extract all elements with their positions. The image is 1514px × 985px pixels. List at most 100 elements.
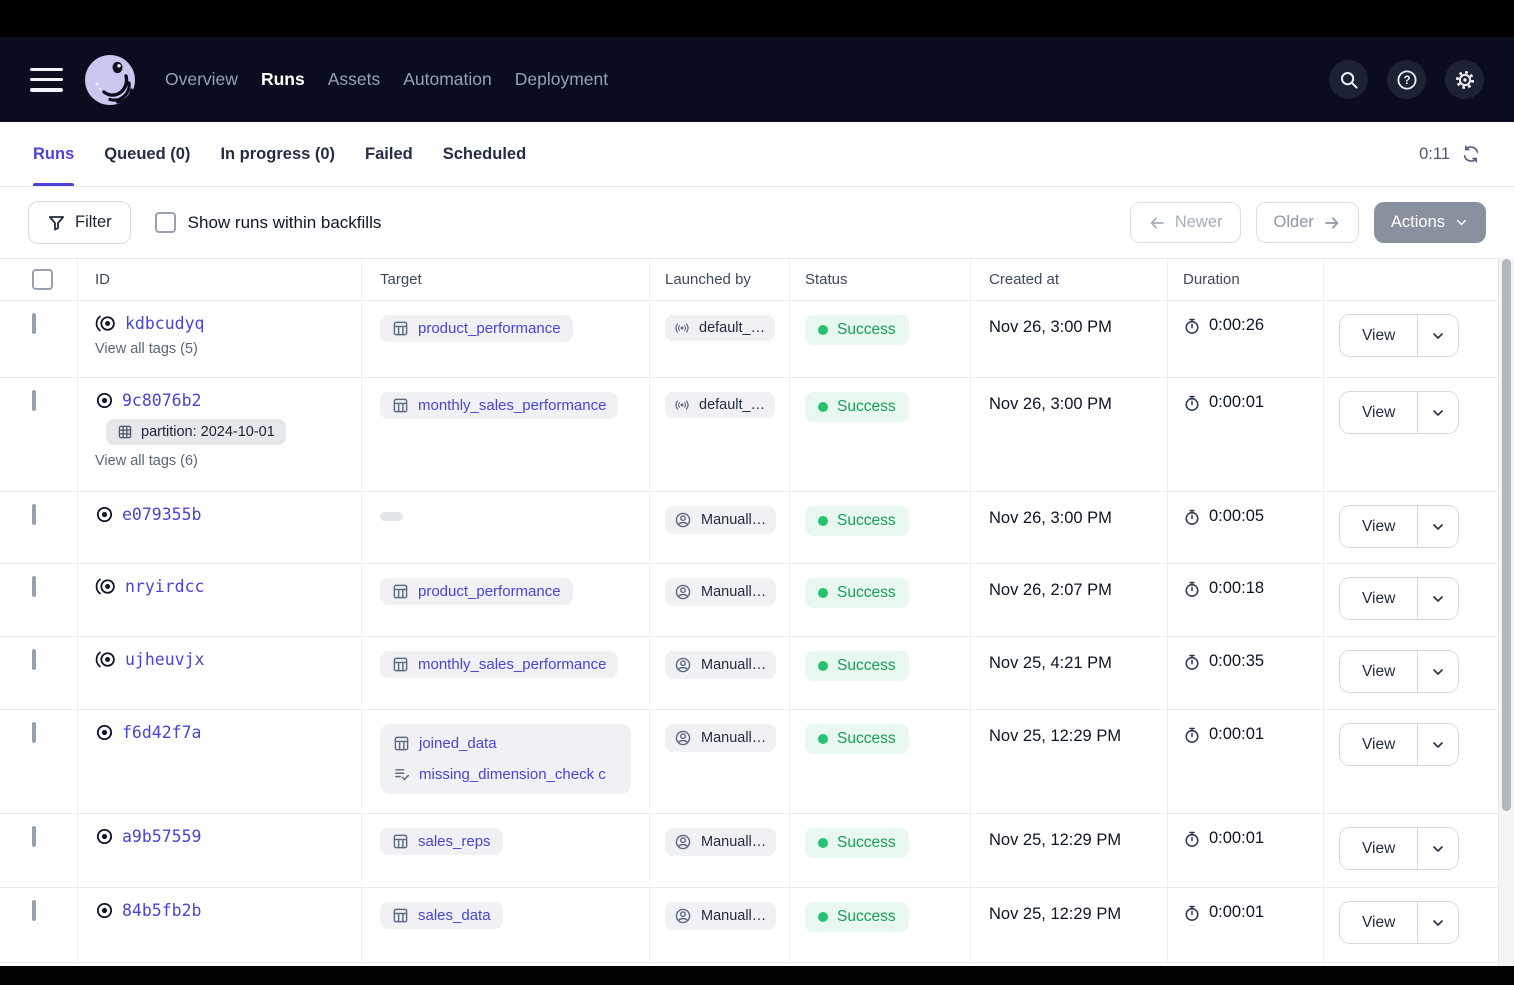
- run-id-link[interactable]: a9b57559: [122, 827, 201, 846]
- nav-item-deployment[interactable]: Deployment: [515, 69, 608, 90]
- show-backfills-checkbox[interactable]: [155, 212, 176, 233]
- duration-cell: 0:00:26: [1168, 301, 1324, 377]
- status-badge[interactable]: Success: [805, 724, 909, 754]
- older-button[interactable]: Older: [1256, 202, 1359, 243]
- row-checkbox[interactable]: [32, 722, 36, 743]
- gear-icon: [1454, 69, 1476, 91]
- status-badge[interactable]: Success: [805, 315, 909, 345]
- launched-by-chip[interactable]: default_…: [665, 315, 775, 341]
- view-dropdown-button[interactable]: [1417, 578, 1458, 619]
- view-all-tags-link[interactable]: View all tags (5): [95, 341, 347, 357]
- view-dropdown-button[interactable]: [1417, 902, 1458, 943]
- help-button[interactable]: ?: [1387, 60, 1426, 99]
- filter-funnel-icon: [47, 213, 66, 232]
- row-checkbox[interactable]: [32, 504, 36, 525]
- launched-by-chip[interactable]: Manuall…: [665, 724, 776, 752]
- view-button[interactable]: View: [1340, 578, 1417, 619]
- target-chip[interactable]: sales_reps: [380, 828, 503, 855]
- view-dropdown-button[interactable]: [1417, 828, 1458, 869]
- reexecution-icon: [95, 314, 117, 333]
- run-id-link[interactable]: 9c8076b2: [122, 391, 201, 410]
- table-row: kdbcudyq View all tags (5) product_perfo…: [0, 301, 1498, 378]
- launched-by-chip[interactable]: Manuall…: [665, 651, 776, 679]
- target-chip[interactable]: monthly_sales_performance: [380, 651, 618, 678]
- select-all-checkbox[interactable]: [32, 269, 53, 290]
- nav-item-runs[interactable]: Runs: [261, 69, 305, 90]
- chevron-down-icon: [1454, 215, 1469, 230]
- run-id-link[interactable]: 84b5fb2b: [122, 901, 201, 920]
- newer-button[interactable]: Newer: [1130, 202, 1241, 243]
- status-badge[interactable]: Success: [805, 651, 909, 681]
- help-icon: ?: [1396, 69, 1418, 91]
- row-checkbox[interactable]: [32, 390, 36, 411]
- tab-scheduled[interactable]: Scheduled: [443, 122, 526, 186]
- view-dropdown-button[interactable]: [1417, 724, 1458, 765]
- launched-by-chip[interactable]: Manuall…: [665, 506, 776, 534]
- stopwatch-icon: [1183, 508, 1201, 526]
- tab-failed[interactable]: Failed: [365, 122, 413, 186]
- row-checkbox[interactable]: [32, 900, 36, 921]
- launched-by-chip[interactable]: Manuall…: [665, 902, 776, 930]
- column-header-duration: Duration: [1168, 259, 1324, 300]
- actions-button[interactable]: Actions: [1374, 202, 1486, 243]
- nav-item-overview[interactable]: Overview: [165, 69, 238, 90]
- run-id-link[interactable]: e079355b: [122, 505, 201, 524]
- settings-button[interactable]: [1445, 60, 1484, 99]
- view-dropdown-button[interactable]: [1417, 506, 1458, 547]
- view-button[interactable]: View: [1340, 651, 1417, 692]
- nav-item-assets[interactable]: Assets: [328, 69, 381, 90]
- launched-by-chip[interactable]: default_…: [665, 392, 775, 418]
- search-button[interactable]: [1329, 60, 1368, 99]
- tab-runs[interactable]: Runs: [33, 122, 74, 186]
- row-checkbox[interactable]: [32, 313, 36, 334]
- vertical-scrollbar[interactable]: [1498, 258, 1514, 966]
- run-id-link[interactable]: kdbcudyq: [125, 314, 204, 333]
- run-id-link[interactable]: f6d42f7a: [122, 723, 201, 742]
- view-dropdown-button[interactable]: [1417, 315, 1458, 356]
- row-checkbox[interactable]: [32, 826, 36, 847]
- hamburger-menu-button[interactable]: [30, 68, 63, 92]
- partition-tag[interactable]: partition: 2024-10-01: [106, 419, 286, 445]
- run-id-link[interactable]: ujheuvjx: [125, 650, 204, 669]
- view-button[interactable]: View: [1340, 506, 1417, 547]
- runs-tab-bar: Runs Queued (0) In progress (0) Failed S…: [0, 122, 1514, 187]
- view-button[interactable]: View: [1340, 724, 1417, 765]
- filter-button[interactable]: Filter: [28, 201, 131, 244]
- target-chip[interactable]: monthly_sales_performance: [380, 392, 618, 419]
- row-checkbox[interactable]: [32, 649, 36, 670]
- target-chip[interactable]: sales_data: [380, 902, 503, 929]
- scrollbar-thumb[interactable]: [1502, 259, 1511, 811]
- view-button[interactable]: View: [1340, 828, 1417, 869]
- view-split-button: View: [1339, 723, 1459, 766]
- chevron-down-icon: [1430, 328, 1446, 344]
- status-badge[interactable]: Success: [805, 506, 909, 536]
- view-button[interactable]: View: [1340, 902, 1417, 943]
- target-chip-group[interactable]: joined_datamissing_dimension_check c: [380, 724, 631, 794]
- created-at-text: Nov 26, 2:07 PM: [971, 564, 1168, 636]
- status-dot: [818, 912, 828, 922]
- tab-in-progress[interactable]: In progress (0): [220, 122, 335, 186]
- stopwatch-icon: [1183, 830, 1201, 848]
- status-badge[interactable]: Success: [805, 392, 909, 422]
- view-button[interactable]: View: [1340, 315, 1417, 356]
- tab-queued[interactable]: Queued (0): [104, 122, 190, 186]
- target-chip[interactable]: product_performance: [380, 578, 573, 605]
- status-badge[interactable]: Success: [805, 578, 909, 608]
- status-badge[interactable]: Success: [805, 828, 909, 858]
- target-chip[interactable]: product_performance: [380, 315, 573, 342]
- run-id-link[interactable]: nryirdcc: [125, 577, 204, 596]
- view-dropdown-button[interactable]: [1417, 392, 1458, 433]
- view-all-tags-link[interactable]: View all tags (6): [95, 453, 347, 469]
- row-checkbox[interactable]: [32, 576, 36, 597]
- view-dropdown-button[interactable]: [1417, 651, 1458, 692]
- refresh-button[interactable]: [1461, 144, 1481, 164]
- launched-by-chip[interactable]: Manuall…: [665, 828, 776, 856]
- launched-by-chip[interactable]: Manuall…: [665, 578, 776, 606]
- status-dot: [818, 838, 828, 848]
- view-button[interactable]: View: [1340, 392, 1417, 433]
- dagster-logo[interactable]: [84, 54, 136, 106]
- reexecution-icon: [95, 650, 117, 669]
- table-row: 84b5fb2b sales_data Manuall… Success Nov…: [0, 888, 1498, 963]
- status-badge[interactable]: Success: [805, 902, 909, 932]
- nav-item-automation[interactable]: Automation: [403, 69, 492, 90]
